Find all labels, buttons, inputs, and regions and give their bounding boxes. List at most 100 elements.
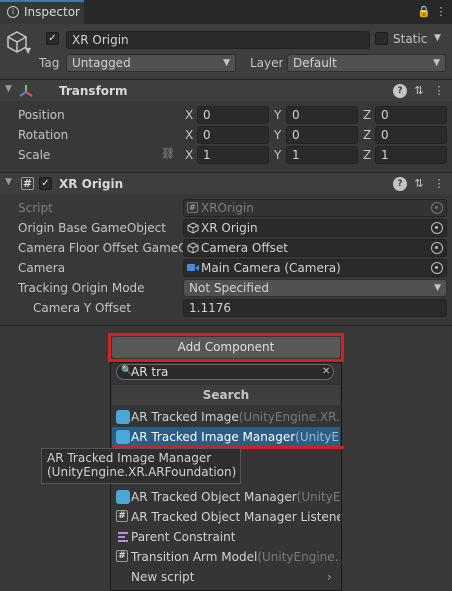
tag-value: Untagged bbox=[72, 56, 131, 70]
component-menu-icon[interactable]: ⋮ bbox=[432, 84, 446, 98]
camera-label: Camera bbox=[18, 261, 66, 275]
camera-floor-offset-field[interactable]: Camera Offset bbox=[183, 239, 447, 257]
popup-search-input[interactable]: 🔍 AR tra ✕ bbox=[116, 364, 334, 380]
object-picker-icon[interactable] bbox=[431, 262, 443, 274]
script-hash-icon: # bbox=[116, 550, 128, 562]
preset-sliders-icon[interactable]: ⇅ bbox=[412, 177, 426, 191]
object-picker-icon[interactable] bbox=[431, 222, 443, 234]
rotation-z-field[interactable]: 0 bbox=[375, 126, 447, 144]
item-name: New script bbox=[131, 570, 195, 584]
chevron-down-icon: ▼ bbox=[434, 283, 441, 293]
position-label: Position bbox=[18, 108, 65, 122]
script-field: # XROrigin bbox=[183, 199, 447, 217]
transform-title: Transform bbox=[59, 84, 128, 98]
layer-value: Default bbox=[293, 56, 337, 70]
inspector-tab[interactable]: i Inspector bbox=[0, 0, 84, 24]
preset-sliders-icon[interactable]: ⇅ bbox=[412, 84, 426, 98]
object-picker-icon[interactable] bbox=[431, 242, 443, 254]
list-item-ar-tracked-image-manager[interactable]: AR Tracked Image Manager(UnityEng bbox=[112, 427, 340, 447]
camera-y-offset-label: Camera Y Offset bbox=[33, 301, 132, 315]
more-menu-icon[interactable]: ⋮ bbox=[434, 5, 448, 19]
layer-dropdown[interactable]: Default ▼ bbox=[287, 54, 446, 72]
clear-search-icon[interactable]: ✕ bbox=[322, 365, 330, 379]
info-icon: i bbox=[7, 6, 19, 18]
position-y-field[interactable]: 0 bbox=[286, 106, 358, 124]
list-item-parent-constraint[interactable]: Parent Constraint bbox=[112, 527, 340, 547]
tooltip-line-1: AR Tracked Image Manager bbox=[47, 451, 212, 465]
rotation-x-field[interactable]: 0 bbox=[197, 126, 269, 144]
component-menu-icon[interactable]: ⋮ bbox=[432, 177, 446, 191]
tracking-origin-dropdown[interactable]: Not Specified ▼ bbox=[183, 279, 447, 297]
item-name: AR Tracked Image Manager bbox=[131, 430, 296, 444]
item-name: Parent Constraint bbox=[131, 530, 236, 544]
origin-base-field[interactable]: XR Origin bbox=[183, 219, 447, 237]
position-z-field[interactable]: 0 bbox=[375, 106, 447, 124]
tag-dropdown[interactable]: Untagged ▼ bbox=[66, 54, 236, 72]
axis-z-label[interactable]: Z bbox=[363, 148, 371, 162]
item-name: Transition Arm Model bbox=[131, 550, 258, 564]
rotation-y-field[interactable]: 0 bbox=[286, 126, 358, 144]
script-value: XROrigin bbox=[201, 201, 254, 215]
lock-icon[interactable]: 🔒 bbox=[417, 5, 431, 19]
constraint-icon bbox=[118, 532, 128, 542]
help-icon[interactable]: ? bbox=[393, 84, 407, 98]
axis-z-label[interactable]: Z bbox=[363, 128, 371, 142]
transform-axes-icon bbox=[19, 85, 33, 97]
list-item-ar-tracked-image[interactable]: AR Tracked Image(UnityEngine.XR.AR bbox=[112, 407, 340, 427]
chevron-down-icon: ▼ bbox=[223, 58, 230, 68]
object-name-field[interactable]: XR Origin bbox=[66, 31, 370, 49]
help-icon[interactable]: ? bbox=[393, 177, 407, 191]
foldout-arrow-icon[interactable]: ▼ bbox=[5, 177, 12, 187]
axis-z-label[interactable]: Z bbox=[363, 108, 371, 122]
axis-y-label[interactable]: Y bbox=[274, 108, 281, 122]
list-item-new-script[interactable]: New script › bbox=[112, 567, 340, 587]
rotation-label: Rotation bbox=[18, 128, 69, 142]
object-picker-icon bbox=[431, 202, 443, 214]
foldout-arrow-icon[interactable]: ▼ bbox=[5, 84, 12, 94]
add-component-button[interactable]: Add Component bbox=[112, 337, 340, 358]
gameobject-cube-icon bbox=[187, 242, 199, 254]
axis-y-label[interactable]: Y bbox=[274, 128, 281, 142]
camera-icon bbox=[187, 264, 195, 271]
tracking-origin-value: Not Specified bbox=[189, 281, 269, 295]
component-enabled-checkbox[interactable]: ✓ bbox=[39, 177, 52, 190]
gameobject-cube-icon bbox=[187, 222, 199, 234]
scale-label: Scale bbox=[18, 148, 51, 162]
axis-y-label[interactable]: Y bbox=[274, 148, 281, 162]
static-dropdown-arrow[interactable]: ▼ bbox=[434, 33, 441, 43]
search-value: AR tra bbox=[131, 365, 169, 379]
static-checkbox[interactable] bbox=[375, 32, 388, 45]
icon-dropdown-arrow[interactable]: ▼ bbox=[25, 46, 31, 55]
item-name: AR Tracked Object Manager Listener bbox=[131, 510, 340, 524]
scale-z-field[interactable]: 1 bbox=[375, 146, 447, 164]
ar-foundation-icon bbox=[116, 410, 130, 424]
constrain-proportions-link-icon[interactable]: ⛓ bbox=[161, 147, 175, 160]
camera-lens-icon bbox=[195, 265, 199, 271]
axis-x-label[interactable]: X bbox=[185, 128, 193, 142]
position-x-field[interactable]: 0 bbox=[197, 106, 269, 124]
xr-origin-title: XR Origin bbox=[59, 177, 124, 191]
item-name: AR Tracked Object Manager bbox=[131, 490, 297, 504]
camera-value: Main Camera (Camera) bbox=[201, 261, 341, 275]
active-checkbox[interactable]: ✓ bbox=[46, 32, 59, 45]
axis-x-label[interactable]: X bbox=[185, 148, 193, 162]
scale-y-field[interactable]: 1 bbox=[286, 146, 358, 164]
static-label: Static bbox=[393, 32, 428, 46]
script-hash-icon: # bbox=[21, 177, 34, 190]
origin-base-value: XR Origin bbox=[201, 221, 258, 235]
item-name: AR Tracked Image bbox=[131, 410, 239, 424]
ar-foundation-icon bbox=[116, 430, 130, 444]
axis-x-label[interactable]: X bbox=[185, 108, 193, 122]
tooltip-line-2: (UnityEngine.XR.ARFoundation) bbox=[47, 465, 237, 479]
list-item-ar-tracked-object-manager[interactable]: AR Tracked Object Manager(UnityEng bbox=[112, 487, 340, 507]
camera-floor-offset-value: Camera Offset bbox=[201, 241, 288, 255]
chevron-down-icon: ▼ bbox=[433, 58, 440, 68]
camera-field[interactable]: Main Camera (Camera) bbox=[183, 259, 447, 277]
item-namespace: (UnityEngine.XR.AR bbox=[238, 410, 340, 424]
script-hash-icon: # bbox=[116, 510, 128, 522]
scale-x-field[interactable]: 1 bbox=[197, 146, 269, 164]
list-item-ar-tracked-object-manager-listener[interactable]: # AR Tracked Object Manager Listener bbox=[112, 507, 340, 527]
camera-y-offset-field[interactable]: 1.1176 bbox=[183, 299, 447, 317]
script-hash-icon: # bbox=[187, 202, 198, 213]
list-item-transition-arm-model[interactable]: # Transition Arm Model(UnityEngine.XR bbox=[112, 547, 340, 567]
